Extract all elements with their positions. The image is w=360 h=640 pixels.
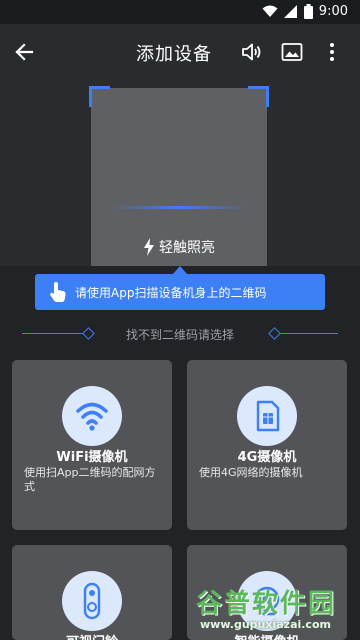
clock: 9:00 bbox=[318, 4, 348, 19]
flash-label: 轻触照亮 bbox=[159, 240, 215, 256]
back-button[interactable] bbox=[10, 38, 38, 66]
tip-text: 请使用App扫描设备机身上的二维码 bbox=[75, 285, 267, 300]
scan-tip-banner: 请使用App扫描设备机身上的二维码 bbox=[35, 274, 325, 310]
scan-line bbox=[111, 206, 247, 209]
more-options-button[interactable] bbox=[320, 40, 344, 64]
device-card-video-doorbell[interactable]: 可视门铃 bbox=[12, 545, 172, 640]
watermark-logo: 谷普软件园 www.gupuxiazai.com bbox=[196, 583, 356, 637]
doorbell-icon bbox=[62, 571, 122, 631]
status-bar: 9:00 bbox=[0, 0, 360, 24]
speaker-icon bbox=[242, 43, 261, 61]
device-card-wifi-camera[interactable]: WiFi摄像机 使用扫App二维码的配网方式 bbox=[12, 360, 172, 530]
divider-label: 找不到二维码请选择 bbox=[125, 328, 234, 342]
more-vertical-icon bbox=[330, 43, 334, 61]
scan-frame: 轻触照亮 bbox=[89, 86, 269, 266]
scan-corner-top-right bbox=[248, 86, 269, 107]
device-card-4g-camera[interactable]: 4G摄像机 使用4G网络的摄像机 bbox=[187, 360, 347, 530]
card-title: 4G摄像机 bbox=[237, 450, 297, 465]
flashlight-toggle[interactable]: 轻触照亮 bbox=[143, 237, 215, 257]
hand-tap-icon bbox=[41, 281, 75, 303]
page-title: 添加设备 bbox=[136, 44, 212, 65]
image-icon bbox=[281, 43, 303, 61]
scanner-area: 轻触照亮 bbox=[0, 80, 360, 266]
album-button[interactable] bbox=[280, 40, 304, 64]
card-title: 可视门铃 bbox=[12, 631, 172, 640]
battery-icon bbox=[303, 4, 313, 19]
scan-corner-top-left bbox=[89, 86, 110, 107]
wifi-camera-icon bbox=[62, 386, 122, 446]
cellular-signal-icon bbox=[283, 5, 297, 18]
status-icons: 9:00 bbox=[262, 4, 348, 19]
sim-card-icon bbox=[237, 386, 297, 446]
watermark-text: 谷普软件园 bbox=[196, 589, 337, 619]
card-description: 使用4G网络的摄像机 bbox=[199, 466, 303, 479]
divider: 找不到二维码请选择 bbox=[0, 324, 360, 344]
card-description: 使用扫App二维码的配网方式 bbox=[24, 466, 156, 493]
app-header: 添加设备 bbox=[0, 24, 360, 80]
sound-button[interactable] bbox=[240, 40, 264, 64]
back-arrow-icon bbox=[15, 43, 34, 61]
card-title: WiFi摄像机 bbox=[56, 450, 128, 465]
wifi-icon bbox=[262, 5, 278, 17]
flash-icon bbox=[144, 238, 154, 256]
